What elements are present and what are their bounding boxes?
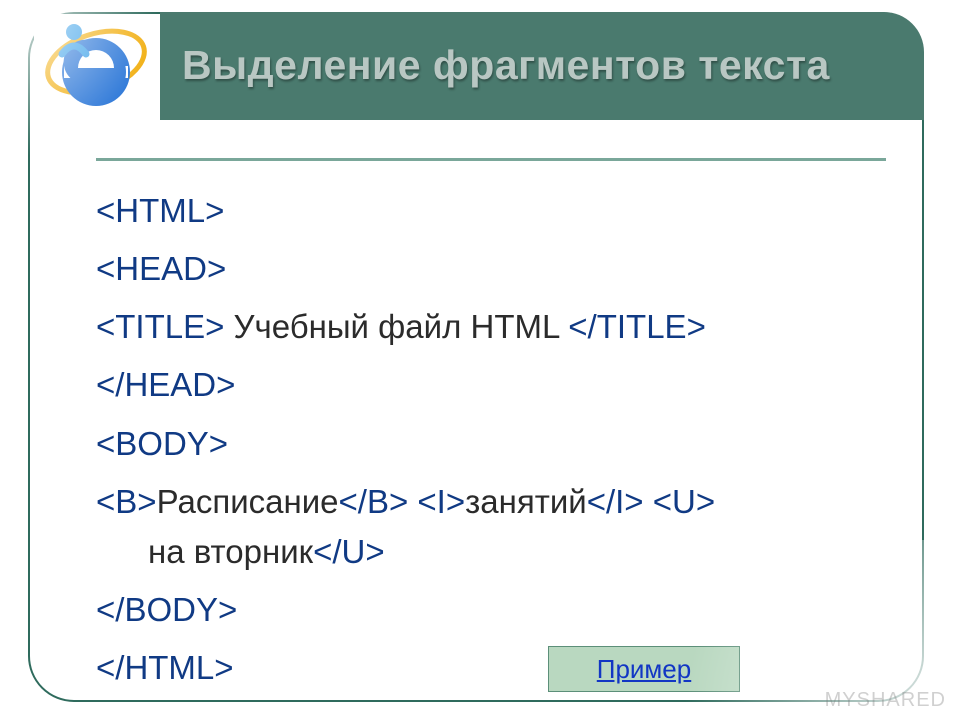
u-text: на вторник xyxy=(148,533,313,570)
ie-logo-icon xyxy=(34,14,158,124)
tag-body-open: <BODY> xyxy=(96,425,228,462)
code-line-2: <HEAD> xyxy=(96,244,886,294)
example-link[interactable]: Пример xyxy=(597,654,691,685)
tag-u-open: <U> xyxy=(653,483,715,520)
title-text: Учебный файл HTML xyxy=(224,308,568,345)
example-button[interactable]: Пример xyxy=(548,646,740,692)
code-block: <HTML> <HEAD> <TITLE> Учебный файл HTML … xyxy=(96,186,886,701)
i-text: занятий xyxy=(465,483,587,520)
b-text: Расписание xyxy=(157,483,339,520)
code-line-8: </HTML> xyxy=(96,643,886,693)
code-line-1: <HTML> xyxy=(96,186,886,236)
tag-b-close: </B> xyxy=(339,483,409,520)
tag-b-open: <B> xyxy=(96,483,157,520)
tag-html-close: </HTML> xyxy=(96,649,234,686)
tag-head-close: </HEAD> xyxy=(96,366,235,403)
slide-stage: Выделение фрагментов текста <HTML> <HEAD… xyxy=(0,0,960,720)
tag-title-open: <TITLE> xyxy=(96,308,224,345)
watermark-text: MYSHARED xyxy=(825,689,946,712)
slide-title: Выделение фрагментов текста xyxy=(182,43,830,88)
tag-body-close: </BODY> xyxy=(96,591,237,628)
tag-html-open: <HTML> xyxy=(96,192,224,229)
tag-head-open: <HEAD> xyxy=(96,250,226,287)
code-line-6: <B>Расписание</B> <I>занятий</I> <U> на … xyxy=(96,477,886,577)
tag-title-close: </TITLE> xyxy=(568,308,706,345)
header-underline xyxy=(96,158,886,161)
code-line-3: <TITLE> Учебный файл HTML </TITLE> xyxy=(96,302,886,352)
code-line-4: </HEAD> xyxy=(96,360,886,410)
space-2 xyxy=(644,483,653,520)
tag-u-close: </U> xyxy=(313,533,385,570)
tag-i-open: <I> xyxy=(417,483,465,520)
tag-i-close: </I> xyxy=(587,483,644,520)
title-bar: Выделение фрагментов текста xyxy=(160,12,924,120)
code-line-5: <BODY> xyxy=(96,419,886,469)
code-line-7: </BODY> xyxy=(96,585,886,635)
